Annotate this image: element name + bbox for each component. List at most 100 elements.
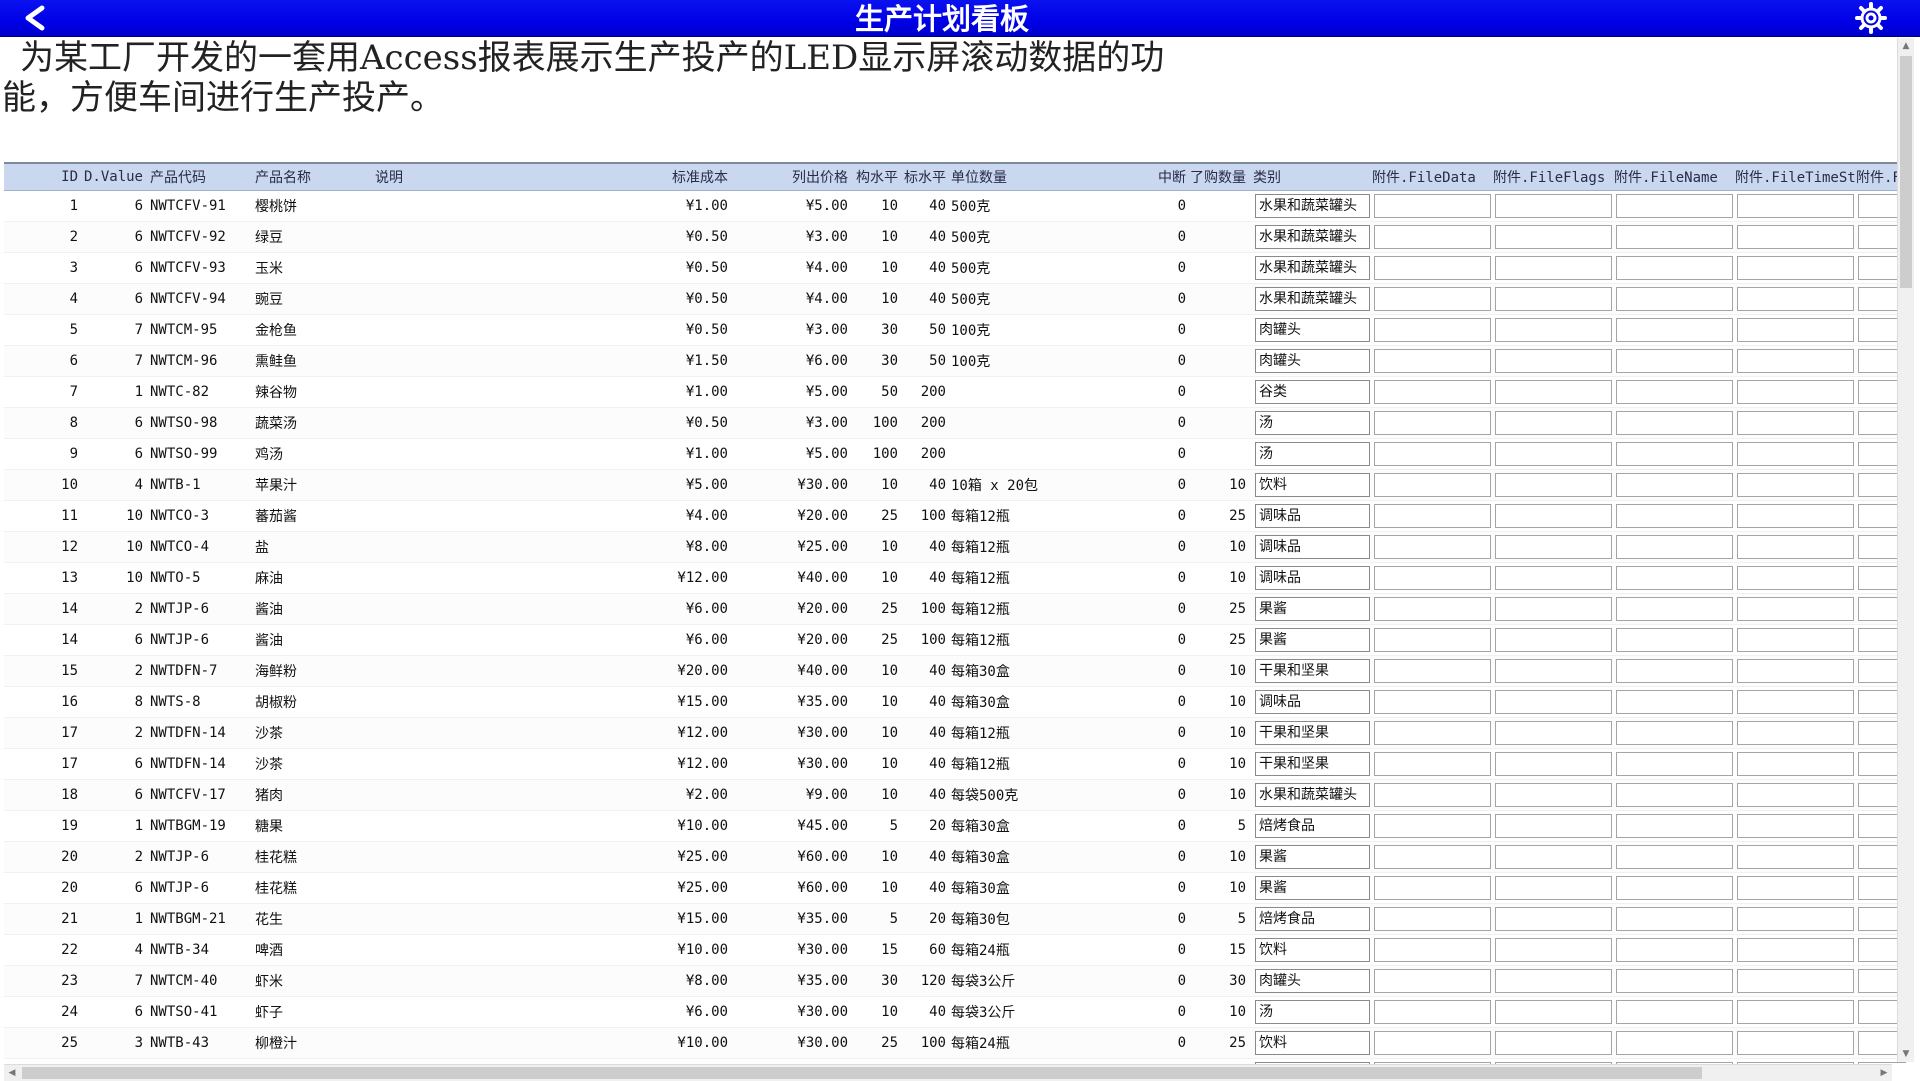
category-field[interactable]: 果酱 <box>1255 845 1370 869</box>
category-field[interactable]: 调味品 <box>1255 504 1370 528</box>
header-col-d-value[interactable]: D.Value <box>82 169 147 185</box>
attachment-field[interactable] <box>1737 597 1854 621</box>
table-row[interactable]: 14 2 NWTJP-6 酱油 ¥6.00 ¥20.00 25 100 每箱12瓶 0 25 果酱 <box>4 594 1906 625</box>
attachment-field[interactable] <box>1737 256 1854 280</box>
attachment-field[interactable] <box>1616 349 1733 373</box>
attachment-field[interactable] <box>1616 752 1733 776</box>
header-col-product-code[interactable]: 产品代码 <box>147 167 252 187</box>
attachment-field[interactable] <box>1495 628 1612 652</box>
attachment-field[interactable] <box>1374 225 1491 249</box>
table-row[interactable]: 24 6 NWTSO-41 虾子 ¥6.00 ¥30.00 10 40 每袋3公斤 0 10 汤 <box>4 997 1906 1028</box>
attachment-field[interactable] <box>1737 318 1854 342</box>
category-field[interactable]: 肉罐头 <box>1255 318 1370 342</box>
header-col-list-price[interactable]: 列出价格 <box>732 167 852 187</box>
attachment-field[interactable] <box>1616 845 1733 869</box>
table-row[interactable]: 3 6 NWTCFV-93 玉米 ¥0.50 ¥4.00 10 40 500克 0 水果和蔬菜罐头 <box>4 253 1906 284</box>
category-field[interactable]: 调味品 <box>1255 535 1370 559</box>
attachment-field[interactable] <box>1495 349 1612 373</box>
category-field[interactable]: 焙烤食品 <box>1255 814 1370 838</box>
attachment-field[interactable] <box>1737 783 1854 807</box>
attachment-field[interactable] <box>1616 628 1733 652</box>
category-field[interactable]: 调味品 <box>1255 690 1370 714</box>
attachment-field[interactable] <box>1495 194 1612 218</box>
category-field[interactable]: 汤 <box>1255 411 1370 435</box>
table-row[interactable]: 17 6 NWTDFN-14 沙茶 ¥12.00 ¥30.00 10 40 每箱12瓶 0 10 干果… <box>4 749 1906 780</box>
attachment-field[interactable] <box>1737 969 1854 993</box>
header-col-min-reorder[interactable]: 了购数量 <box>1190 167 1250 187</box>
attachment-field[interactable] <box>1737 473 1854 497</box>
attachment-field[interactable] <box>1495 969 1612 993</box>
attachment-field[interactable] <box>1737 442 1854 466</box>
attachment-field[interactable] <box>1616 566 1733 590</box>
table-row[interactable]: 22 4 NWTB-34 啤酒 ¥10.00 ¥30.00 15 60 每箱24瓶 0 15 饮料 <box>4 935 1906 966</box>
attachment-field[interactable] <box>1374 473 1491 497</box>
attachment-field[interactable] <box>1374 504 1491 528</box>
attachment-field[interactable] <box>1737 659 1854 683</box>
table-row[interactable]: 11 10 NWTCO-3 蕃茄酱 ¥4.00 ¥20.00 25 100 每箱12瓶 0 25 调味… <box>4 501 1906 532</box>
attachment-field[interactable] <box>1737 566 1854 590</box>
attachment-field[interactable] <box>1495 659 1612 683</box>
table-row[interactable]: 19 1 NWTBGM-19 糖果 ¥10.00 ¥45.00 5 20 每箱30盒 0 5 焙烤食品 <box>4 811 1906 842</box>
attachment-field[interactable] <box>1737 1031 1854 1055</box>
attachment-field[interactable] <box>1374 752 1491 776</box>
attachment-field[interactable] <box>1616 473 1733 497</box>
attachment-field[interactable] <box>1374 380 1491 404</box>
attachment-field[interactable] <box>1495 225 1612 249</box>
header-col-unit-quantity[interactable]: 单位数量 <box>948 167 1078 187</box>
attachment-field[interactable] <box>1737 752 1854 776</box>
category-field[interactable]: 水果和蔬菜罐头 <box>1255 256 1370 280</box>
header-col-file-timestamp[interactable]: 附件.FileTimeSt <box>1735 167 1856 187</box>
attachment-field[interactable] <box>1374 411 1491 435</box>
attachment-field[interactable] <box>1495 1031 1612 1055</box>
attachment-field[interactable] <box>1495 907 1612 931</box>
attachment-field[interactable] <box>1616 690 1733 714</box>
attachment-field[interactable] <box>1374 194 1491 218</box>
attachment-field[interactable] <box>1616 721 1733 745</box>
header-col-file-name[interactable]: 附件.FileName <box>1614 167 1735 187</box>
category-field[interactable]: 水果和蔬菜罐头 <box>1255 783 1370 807</box>
attachment-field[interactable] <box>1495 814 1612 838</box>
vertical-scrollbar[interactable]: ▲ ▼ <box>1897 38 1914 1062</box>
attachment-field[interactable] <box>1374 318 1491 342</box>
table-row[interactable]: 9 6 NWTSO-99 鸡汤 ¥1.00 ¥5.00 100 200 0 汤 <box>4 439 1906 470</box>
attachment-field[interactable] <box>1616 411 1733 435</box>
attachment-field[interactable] <box>1374 628 1491 652</box>
category-field[interactable]: 果酱 <box>1255 628 1370 652</box>
attachment-field[interactable] <box>1374 659 1491 683</box>
category-field[interactable]: 果酱 <box>1255 876 1370 900</box>
attachment-field[interactable] <box>1737 380 1854 404</box>
table-row[interactable]: 17 2 NWTDFN-14 沙茶 ¥12.00 ¥30.00 10 40 每箱12瓶 0 10 干果… <box>4 718 1906 749</box>
attachment-field[interactable] <box>1495 442 1612 466</box>
table-row[interactable]: 15 2 NWTDFN-7 海鲜粉 ¥20.00 ¥40.00 10 40 每箱30盒 0 10 干果… <box>4 656 1906 687</box>
horizontal-scrollbar[interactable]: ◀ ▶ <box>4 1064 1892 1081</box>
category-field[interactable]: 水果和蔬菜罐头 <box>1255 194 1370 218</box>
attachment-field[interactable] <box>1374 442 1491 466</box>
attachment-field[interactable] <box>1616 1000 1733 1024</box>
attachment-field[interactable] <box>1374 535 1491 559</box>
header-col-target-level[interactable]: 标水平 <box>900 167 948 187</box>
table-row[interactable]: 7 1 NWTC-82 辣谷物 ¥1.00 ¥5.00 50 200 0 谷类 <box>4 377 1906 408</box>
attachment-field[interactable] <box>1616 380 1733 404</box>
horizontal-scroll-thumb[interactable] <box>22 1067 1702 1079</box>
triangle-up-icon[interactable]: ▲ <box>1898 38 1914 54</box>
attachment-field[interactable] <box>1616 1031 1733 1055</box>
attachment-field[interactable] <box>1737 1000 1854 1024</box>
header-col-file-data[interactable]: 附件.FileData <box>1372 167 1493 187</box>
vertical-scroll-thumb[interactable] <box>1900 56 1912 288</box>
table-row[interactable]: 20 2 NWTJP-6 桂花糕 ¥25.00 ¥60.00 10 40 每箱30盒 0 10 果酱 <box>4 842 1906 873</box>
attachment-field[interactable] <box>1374 287 1491 311</box>
settings-button[interactable] <box>1855 2 1887 34</box>
triangle-right-icon[interactable]: ▶ <box>1876 1065 1892 1081</box>
attachment-field[interactable] <box>1374 721 1491 745</box>
attachment-field[interactable] <box>1737 225 1854 249</box>
attachment-field[interactable] <box>1374 907 1491 931</box>
attachment-field[interactable] <box>1616 504 1733 528</box>
header-col-product-name[interactable]: 产品名称 <box>252 167 372 187</box>
table-row[interactable]: 13 10 NWTO-5 麻油 ¥12.00 ¥40.00 10 40 每箱12瓶 0 10 调味品 <box>4 563 1906 594</box>
attachment-field[interactable] <box>1495 597 1612 621</box>
attachment-field[interactable] <box>1495 504 1612 528</box>
attachment-field[interactable] <box>1737 411 1854 435</box>
attachment-field[interactable] <box>1737 907 1854 931</box>
triangle-down-icon[interactable]: ▼ <box>1898 1046 1914 1062</box>
attachment-field[interactable] <box>1374 814 1491 838</box>
